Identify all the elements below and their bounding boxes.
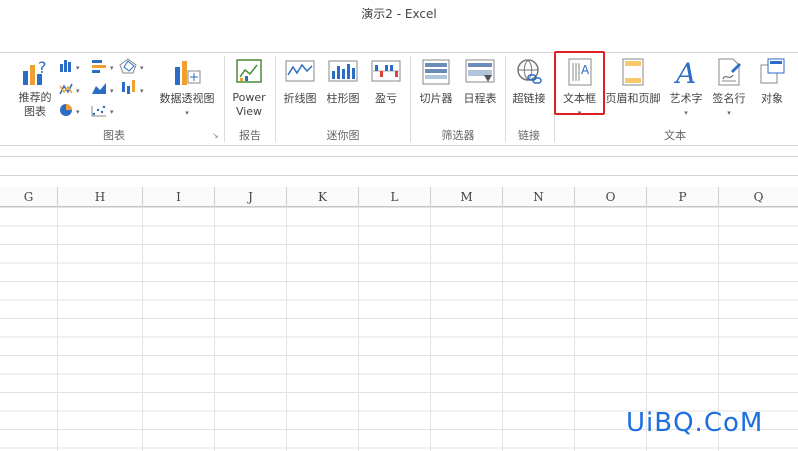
group-label-links: 链接 [518, 129, 540, 142]
chevron-down-icon: ▾ [684, 109, 688, 117]
group-label-filters: 筛选器 [441, 129, 475, 142]
power-view-button[interactable]: Power View [228, 53, 270, 125]
column-chart-icon [60, 60, 71, 72]
timeline-label: 日程表 [463, 92, 497, 105]
recommended-charts-button[interactable]: ? 推荐的 图表 [14, 53, 56, 125]
window-title: 演示2 - Excel [361, 7, 437, 21]
hyperlink-label: 超链接 [512, 92, 546, 105]
timeline-icon [465, 59, 495, 83]
chevron-down-icon: ▾ [185, 109, 189, 117]
column-header[interactable]: H [58, 187, 143, 207]
area-chart-icon [92, 83, 106, 94]
bar-chart-icon [92, 60, 106, 73]
grid-line [57, 207, 58, 451]
grid-line [214, 207, 215, 451]
pivot-chart-label: 数据透视图 [159, 92, 215, 105]
ribbon-insert-tab: ? 推荐的 图表 ▾ ▾ ▾ ▾ ▾ ▾ ▾ ▾ 数据透视图 ▾ 图表 ↘ Po… [0, 52, 798, 146]
svg-text:▾: ▾ [76, 64, 80, 72]
grid-line [358, 207, 359, 451]
watermark: UiBQ.CoM [626, 408, 764, 438]
grid-line [574, 207, 575, 451]
textbox-highlight-box [554, 51, 605, 115]
wordart-label: 艺术字 [669, 92, 703, 105]
sparkline-line-label: 折线图 [283, 92, 317, 105]
wordart-button[interactable]: A 艺术字 ▾ [666, 53, 706, 125]
column-header[interactable]: L [359, 187, 431, 207]
wordart-icon: A [673, 57, 696, 87]
sparkline-column-icon [328, 60, 358, 82]
svg-text:▾: ▾ [76, 108, 80, 116]
column-header[interactable]: P [647, 187, 719, 207]
group-separator [275, 56, 276, 142]
sparkline-column-button[interactable]: 柱形图 [323, 53, 363, 125]
object-icon [760, 58, 785, 84]
column-header[interactable]: M [431, 187, 503, 207]
sparkline-column-label: 柱形图 [326, 92, 360, 105]
column-header[interactable]: Q [719, 187, 798, 207]
group-separator [505, 56, 506, 142]
sparkline-winloss-button[interactable]: 盈亏 [366, 53, 406, 125]
slicer-label: 切片器 [419, 92, 453, 105]
group-label-text: 文本 [664, 129, 686, 142]
svg-text:▾: ▾ [140, 64, 144, 72]
grid-line [142, 207, 143, 451]
chart-type-icons[interactable]: ▾ ▾ ▾ ▾ ▾ ▾ ▾ ▾ [58, 56, 154, 122]
header-footer-label: 页眉和页脚 [605, 92, 661, 105]
svg-text:▾: ▾ [110, 87, 114, 95]
group-label-sparklines: 迷你图 [326, 129, 360, 142]
group-label-reports: 报告 [239, 129, 261, 142]
line-chart-icon [59, 83, 73, 95]
sparkline-line-button[interactable]: 折线图 [280, 53, 320, 125]
title-bar: 演示2 - Excel [0, 0, 798, 52]
recommended-charts-label: 推荐的 图表 [18, 91, 52, 118]
scatter-chart-icon [91, 105, 106, 117]
grid-line [430, 207, 431, 451]
svg-text:?: ? [38, 58, 47, 77]
radar-chart-icon [119, 58, 137, 74]
hyperlink-button[interactable]: 超链接 [508, 53, 550, 125]
recommended-charts-icon: ? [23, 58, 47, 85]
object-button[interactable]: 对象 [752, 53, 792, 125]
column-header[interactable]: N [503, 187, 575, 207]
pivot-chart-button[interactable]: 数据透视图 ▾ [156, 53, 218, 125]
header-footer-icon [622, 58, 644, 86]
grid-line [286, 207, 287, 451]
timeline-button[interactable]: 日程表 [459, 53, 501, 125]
sparkline-line-icon [285, 60, 315, 82]
chevron-down-icon: ▾ [727, 109, 731, 117]
column-header[interactable]: G [0, 187, 58, 207]
signature-line-icon [718, 58, 741, 86]
signature-line-button[interactable]: 签名行 ▾ [708, 53, 750, 125]
formula-bar[interactable] [0, 156, 798, 176]
object-label: 对象 [761, 92, 783, 105]
group-label-charts: 图表 [103, 129, 125, 142]
svg-text:▾: ▾ [110, 108, 114, 116]
header-footer-button[interactable]: 页眉和页脚 [603, 53, 663, 125]
pivot-chart-icon [175, 61, 201, 85]
sparkline-winloss-label: 盈亏 [375, 92, 397, 105]
sparkline-winloss-icon [371, 60, 401, 82]
svg-text:▾: ▾ [140, 87, 144, 95]
stock-chart-icon [122, 80, 135, 94]
power-view-label: Power View [232, 91, 266, 118]
group-separator [224, 56, 225, 142]
column-header[interactable]: J [215, 187, 287, 207]
hyperlink-icon [517, 59, 542, 84]
svg-text:▾: ▾ [110, 64, 114, 72]
slicer-button[interactable]: 切片器 [415, 53, 457, 125]
power-view-icon [236, 59, 262, 83]
column-header[interactable]: O [575, 187, 647, 207]
column-header[interactable]: I [143, 187, 215, 207]
dialog-launcher-icon[interactable]: ↘ [212, 131, 219, 140]
svg-text:A: A [673, 57, 696, 87]
column-header[interactable]: K [287, 187, 359, 207]
group-separator [410, 56, 411, 142]
grid-line [502, 207, 503, 451]
signature-line-label: 签名行 [712, 92, 746, 105]
svg-text:▾: ▾ [76, 87, 80, 95]
pie-chart-icon [60, 104, 72, 116]
slicer-icon [422, 59, 450, 85]
